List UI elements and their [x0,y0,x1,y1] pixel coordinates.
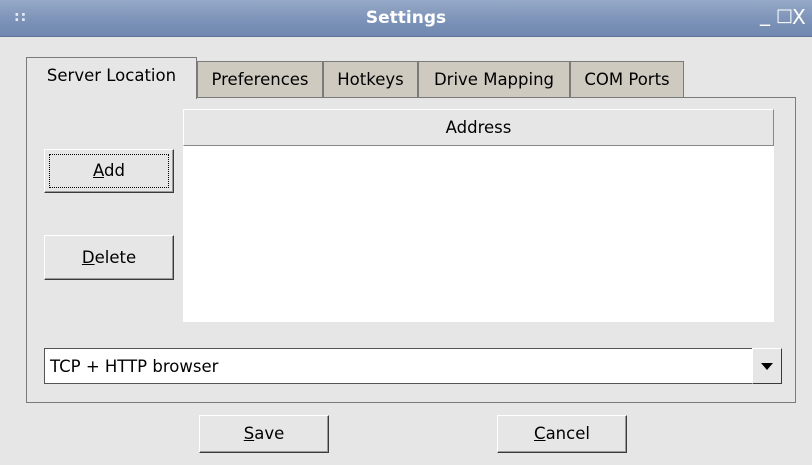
close-icon[interactable]: X [792,7,806,27]
connection-type-value: TCP + HTTP browser [50,357,219,376]
title-bar[interactable]: :: Settings _ □ X [0,0,812,37]
address-column-header[interactable]: Address [183,109,774,146]
tab-drive-mapping[interactable]: Drive Mapping [418,61,570,97]
maximize-icon[interactable]: □ [776,6,793,26]
tab-hotkeys[interactable]: Hotkeys [323,61,418,97]
connection-type-select[interactable]: TCP + HTTP browser [44,348,782,384]
save-mnemonic: S [243,424,255,443]
dropdown-button[interactable] [752,348,782,384]
window-title: Settings [365,8,447,28]
chevron-down-icon [761,363,773,370]
cancel-mnemonic: C [534,424,546,443]
minimize-icon[interactable]: _ [760,4,770,24]
save-label: ave [254,424,285,443]
tab-server-location[interactable]: Server Location [26,57,197,99]
delete-mnemonic: D [81,248,95,267]
address-list[interactable] [183,146,774,322]
tab-preferences[interactable]: Preferences [197,61,323,97]
cancel-button[interactable]: Cancel [497,415,627,453]
save-button[interactable]: Save [199,415,329,453]
cancel-label: ancel [545,424,590,443]
tab-com-ports[interactable]: COM Ports [570,61,684,97]
delete-label: elete [94,248,137,267]
focus-ring [49,154,169,188]
add-button[interactable]: Add [44,149,174,193]
delete-button[interactable]: Delete [44,235,174,280]
